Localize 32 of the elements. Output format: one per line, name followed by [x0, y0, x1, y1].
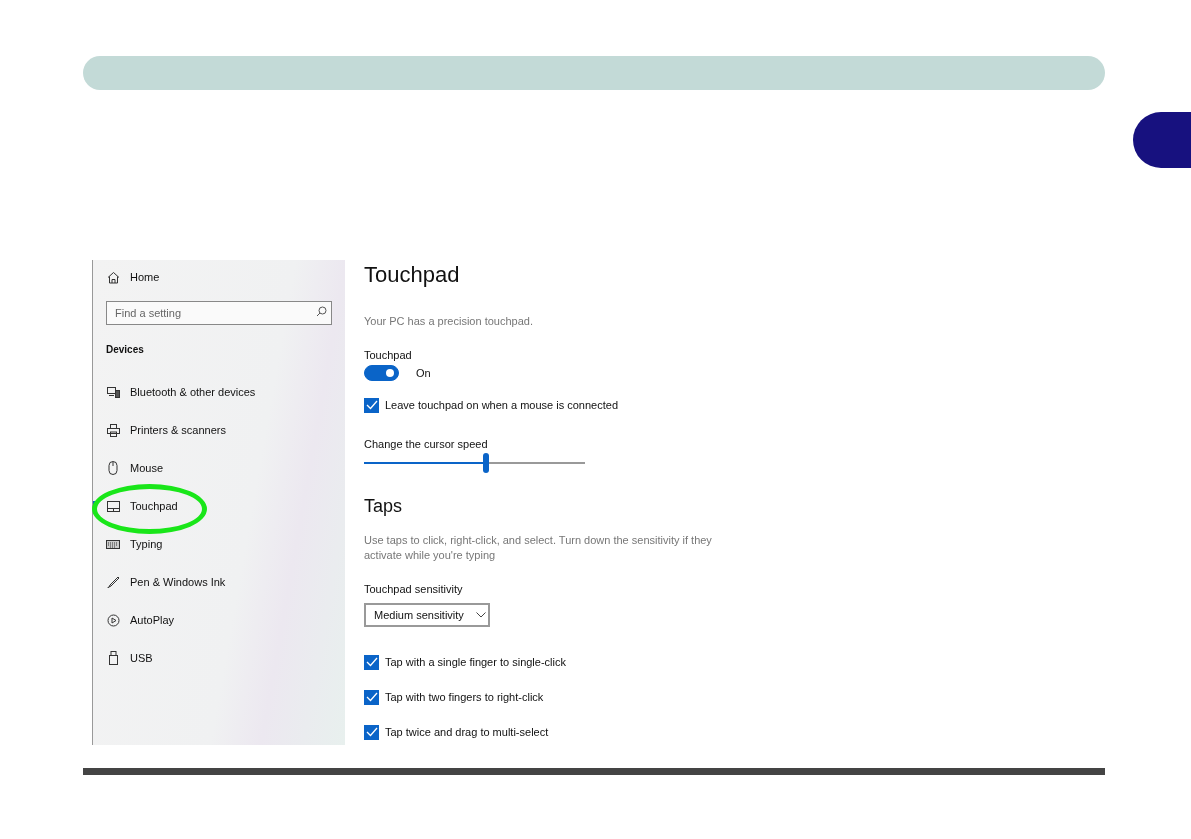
checkbox-label: Tap with a single finger to single-click	[385, 656, 566, 668]
nav-label: Printers & scanners	[130, 424, 226, 436]
section-heading: Taps	[364, 495, 404, 517]
nav-label: Home	[130, 271, 160, 283]
nav-link[interactable]: Home	[93, 268, 345, 286]
nav-label: Touchpad	[130, 500, 178, 512]
slider-label: Change the cursor speed	[364, 437, 489, 451]
checkbox-label: Leave touchpad on when a mouse is connected	[385, 399, 618, 411]
page-title: Touchpad	[364, 261, 461, 289]
section-heading: Devices	[106, 344, 145, 356]
nav-item[interactable]: Mouse	[93, 459, 345, 477]
checkbox-label: Tap with two fingers to right-click	[385, 691, 544, 703]
description-text: Use taps to click, right-click, and select. Turn down the sensitivity if they activate while you're typing	[364, 533, 713, 563]
nav-item[interactable]: Pen & Windows Ink	[93, 573, 345, 591]
nav-item[interactable]: Typing	[93, 535, 345, 553]
nav-label: USB	[130, 652, 153, 664]
dropdown-label: Touchpad sensitivity	[364, 582, 464, 596]
toggle-label: Touchpad	[364, 348, 413, 362]
checkbox-label: Tap twice and drag to multi-select	[385, 726, 549, 738]
nav-item[interactable]: AutoPlay	[93, 611, 345, 629]
nav-label: Typing	[130, 538, 163, 550]
search-field[interactable]: Find a setting	[106, 301, 332, 325]
nav-label: Bluetooth & other devices	[130, 386, 256, 398]
dropdown[interactable]: Medium sensitivity	[364, 603, 490, 627]
nav-item[interactable]: Printers & scanners	[93, 421, 345, 439]
nav-label: Mouse	[130, 462, 164, 474]
nav-item[interactable]: USB	[93, 649, 345, 667]
nav-item[interactable]: Bluetooth & other devices	[93, 383, 345, 401]
description-text: Your PC has a precision touchpad.	[364, 314, 534, 329]
nav-label: AutoPlay	[130, 614, 175, 626]
nav-label: Pen & Windows Ink	[130, 576, 226, 588]
toggle-state-text: On	[416, 367, 431, 379]
